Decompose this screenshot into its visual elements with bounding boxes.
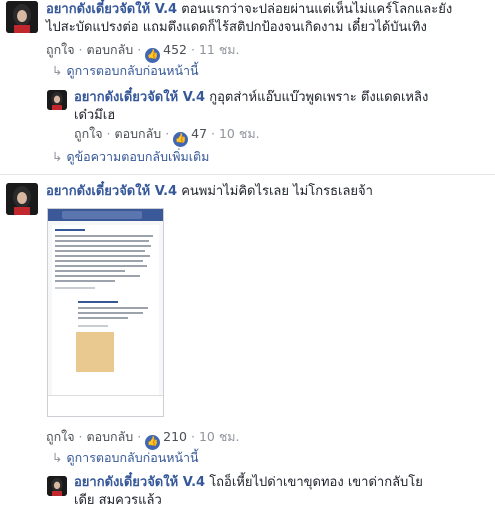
reply-actions: ถูกใจ · ตอบกลับ · 👍 47 · 10 ชม.	[74, 125, 260, 147]
reply-author[interactable]: อยากดังเดี๋ยวจัดให้ V.4	[74, 475, 205, 490]
reply-button[interactable]: ตอบกลับ	[87, 429, 134, 444]
comment-text-line2: ไปสะบัดแปรงต่อ แถมตึงแดดก็ไร้สติปกป้องจน…	[46, 20, 427, 35]
comment-author[interactable]: อยากดังเดี๋ยวจัดให้ V.4	[46, 184, 177, 199]
reply-author[interactable]: อยากดังเดี๋ยวจัดให้ V.4	[74, 90, 205, 105]
comment-time[interactable]: 11 ชม.	[199, 42, 240, 57]
comment-actions: ถูกใจ · ตอบกลับ · 👍 210 · 10 ชม.	[46, 428, 240, 450]
view-more-replies[interactable]: ↳ ดูข้อความตอบกลับเพิ่มเติม	[52, 148, 209, 166]
reply-time[interactable]: 10 ชม.	[219, 126, 260, 141]
thumbs-up-icon: 👍	[145, 435, 161, 450]
reply-text-line2: เด๋วมึเฮ	[74, 108, 116, 123]
reply-arrow-icon: ↳	[52, 450, 63, 465]
reply-button[interactable]: ตอบกลับ	[87, 42, 134, 57]
like-count[interactable]: 47	[191, 126, 207, 141]
phone-top-bar	[48, 209, 163, 221]
reply-text: กูอุตส่าห์แอ๊บแบ๊วพูดเพราะ ตึงแดดเหลิง	[205, 90, 429, 105]
comment-time[interactable]: 10 ชม.	[199, 429, 240, 444]
phone-search-box	[62, 211, 142, 219]
comment-actions: ถูกใจ · ตอบกลับ · 👍 452 · 11 ชม.	[46, 41, 240, 63]
avatar-image	[6, 1, 38, 33]
avatar[interactable]	[6, 183, 38, 215]
reply-body: อยากดังเดี๋ยวจัดให้ V.4 กูอุตส่าห์แอ๊บแบ…	[74, 89, 489, 125]
avatar-image	[47, 90, 67, 110]
view-more-replies-label: ดูข้อความตอบกลับเพิ่มเติม	[66, 149, 210, 164]
avatar[interactable]	[6, 1, 38, 33]
view-previous-replies-label: ดูการตอบกลับก่อนหน้านี้	[66, 450, 199, 465]
view-previous-replies-label: ดูการตอบกลับก่อนหน้านี้	[66, 63, 199, 78]
comment-author[interactable]: อยากดังเดี๋ยวจัดให้ V.4	[46, 2, 177, 17]
like-button[interactable]: ถูกใจ	[46, 42, 75, 57]
divider	[0, 174, 495, 175]
comment-body: อยากดังเดี๋ยวจัดให้ V.4 ตอนแรกว่าจะปล่อย…	[46, 1, 491, 37]
like-count[interactable]: 210	[163, 429, 187, 444]
reply-body: อยากดังเดี๋ยวจัดให้ V.4 โถอ็เหี้ยไปด่าเข…	[74, 474, 489, 510]
like-button[interactable]: ถูกใจ	[46, 429, 75, 444]
reply-arrow-icon: ↳	[52, 63, 63, 78]
like-button[interactable]: ถูกใจ	[74, 126, 103, 141]
reply-text-line2: เดีย สมควรแล้ว	[74, 493, 162, 508]
view-previous-replies[interactable]: ↳ ดูการตอบกลับก่อนหน้านี้	[52, 62, 199, 80]
phone-bottom-bar	[48, 395, 163, 416]
like-count[interactable]: 452	[163, 42, 187, 57]
phone-photo-thumbnail	[76, 332, 114, 372]
avatar-image	[6, 183, 38, 215]
reply-arrow-icon: ↳	[52, 149, 63, 164]
view-previous-replies[interactable]: ↳ ดูการตอบกลับก่อนหน้านี้	[52, 449, 199, 467]
reply-text: โถอ็เหี้ยไปด่าเขาขุดทอง เขาด่ากลับโย	[205, 475, 423, 490]
thumbs-up-icon: 👍	[145, 48, 161, 63]
comment-text: ตอนแรกว่าจะปล่อยผ่านแต่เห็นไม่แคร์โลกและ…	[177, 2, 453, 17]
reply-avatar[interactable]	[47, 476, 67, 496]
avatar-image	[47, 476, 67, 496]
comment-body: อยากดังเดี๋ยวจัดให้ V.4 คนพม่าไม่คิดไรเล…	[46, 183, 491, 201]
reply-button[interactable]: ตอบกลับ	[115, 126, 162, 141]
reply-avatar[interactable]	[47, 90, 67, 110]
thumbs-up-icon: 👍	[173, 132, 189, 147]
attached-screenshot-image[interactable]	[47, 208, 164, 417]
comment-text: คนพม่าไม่คิดไรเลย ไม่โกรธเลยจ้า	[177, 184, 373, 199]
